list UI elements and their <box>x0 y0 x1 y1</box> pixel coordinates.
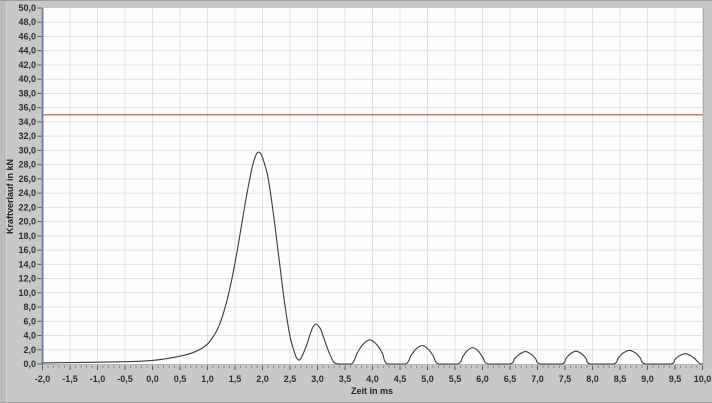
x-tick-label: 2,0 <box>256 374 269 384</box>
y-tick-label: 44,0 <box>18 46 36 56</box>
x-tick-label: -1,0 <box>90 374 106 384</box>
x-tick-label: -2,0 <box>35 374 51 384</box>
y-tick-label: 8,0 <box>23 302 36 312</box>
force-time-chart: 0,0 2,0 4,0 6,0 8,0 10,0 12,0 14,0 16,0 18,0 20,0 2… <box>18 3 712 384</box>
x-tick-label: 4,5 <box>394 374 407 384</box>
x-tick-label: 6,0 <box>476 374 489 384</box>
y-tick-label: 36,0 <box>18 103 36 113</box>
y-tick-labels: 0,0 2,0 4,0 6,0 8,0 10,0 12,0 14,0 16,0 18,0 20,0 2… <box>18 3 36 369</box>
x-tick-label: 10,0 <box>694 374 712 384</box>
x-tick-label: -0,5 <box>117 374 133 384</box>
x-tick-label: 7,0 <box>531 374 544 384</box>
y-tick-label: 26,0 <box>18 174 36 184</box>
x-tick-label: 9,5 <box>669 374 682 384</box>
y-tick-label: 22,0 <box>18 202 36 212</box>
y-tick-label: 14,0 <box>18 259 36 269</box>
x-tick-label: 5,0 <box>421 374 434 384</box>
y-axis-title-wrap: Kraftverlauf in kN <box>5 1 15 392</box>
x-tick-label: 1,0 <box>201 374 214 384</box>
x-tick-label: -1,5 <box>62 374 78 384</box>
x-tick-label: 6,5 <box>504 374 517 384</box>
x-tick-labels: -2,0 -1,5 -1,0 -0,5 0,0 0,5 1,0 1,5 2,0 2,5 3,0 3,5… <box>35 374 712 384</box>
y-tick-label: 50,0 <box>18 3 36 13</box>
x-tick-label: 1,5 <box>229 374 242 384</box>
y-tick-label: 48,0 <box>18 17 36 27</box>
y-tick-label: 46,0 <box>18 31 36 41</box>
y-tick-label: 38,0 <box>18 88 36 98</box>
x-tick-label: 9,0 <box>641 374 654 384</box>
y-axis-ticks <box>37 7 42 365</box>
y-tick-label: 6,0 <box>23 316 36 326</box>
y-tick-label: 12,0 <box>18 274 36 284</box>
y-tick-label: 24,0 <box>18 188 36 198</box>
chart-panel: 0,0 2,0 4,0 6,0 8,0 10,0 12,0 14,0 16,0 18,0 20,0 2… <box>0 0 712 403</box>
x-axis-title: Zeit in ms <box>350 386 393 396</box>
x-tick-label: 5,5 <box>449 374 462 384</box>
y-tick-label: 18,0 <box>18 231 36 241</box>
y-tick-label: 28,0 <box>18 160 36 170</box>
y-tick-label: 10,0 <box>18 288 36 298</box>
x-tick-label: 3,5 <box>339 374 352 384</box>
y-tick-label: 4,0 <box>23 331 36 341</box>
x-tick-label: 0,5 <box>174 374 187 384</box>
x-tick-label: 7,5 <box>559 374 572 384</box>
x-tick-label: 0,0 <box>146 374 159 384</box>
x-axis-ticks <box>42 365 703 370</box>
y-tick-label: 20,0 <box>18 217 36 227</box>
x-tick-label: 2,5 <box>284 374 297 384</box>
y-tick-label: 32,0 <box>18 131 36 141</box>
x-tick-label: 8,0 <box>586 374 599 384</box>
y-axis-title: Kraftverlauf in kN <box>5 158 15 235</box>
y-tick-label: 40,0 <box>18 74 36 84</box>
x-tick-label: 8,5 <box>614 374 627 384</box>
y-tick-label: 30,0 <box>18 145 36 155</box>
y-tick-label: 42,0 <box>18 60 36 70</box>
y-tick-label: 16,0 <box>18 245 36 255</box>
y-tick-label: 0,0 <box>23 359 36 369</box>
x-tick-label: 3,0 <box>311 374 324 384</box>
y-tick-label: 34,0 <box>18 117 36 127</box>
x-tick-label: 4,0 <box>366 374 379 384</box>
y-tick-label: 2,0 <box>23 345 36 355</box>
